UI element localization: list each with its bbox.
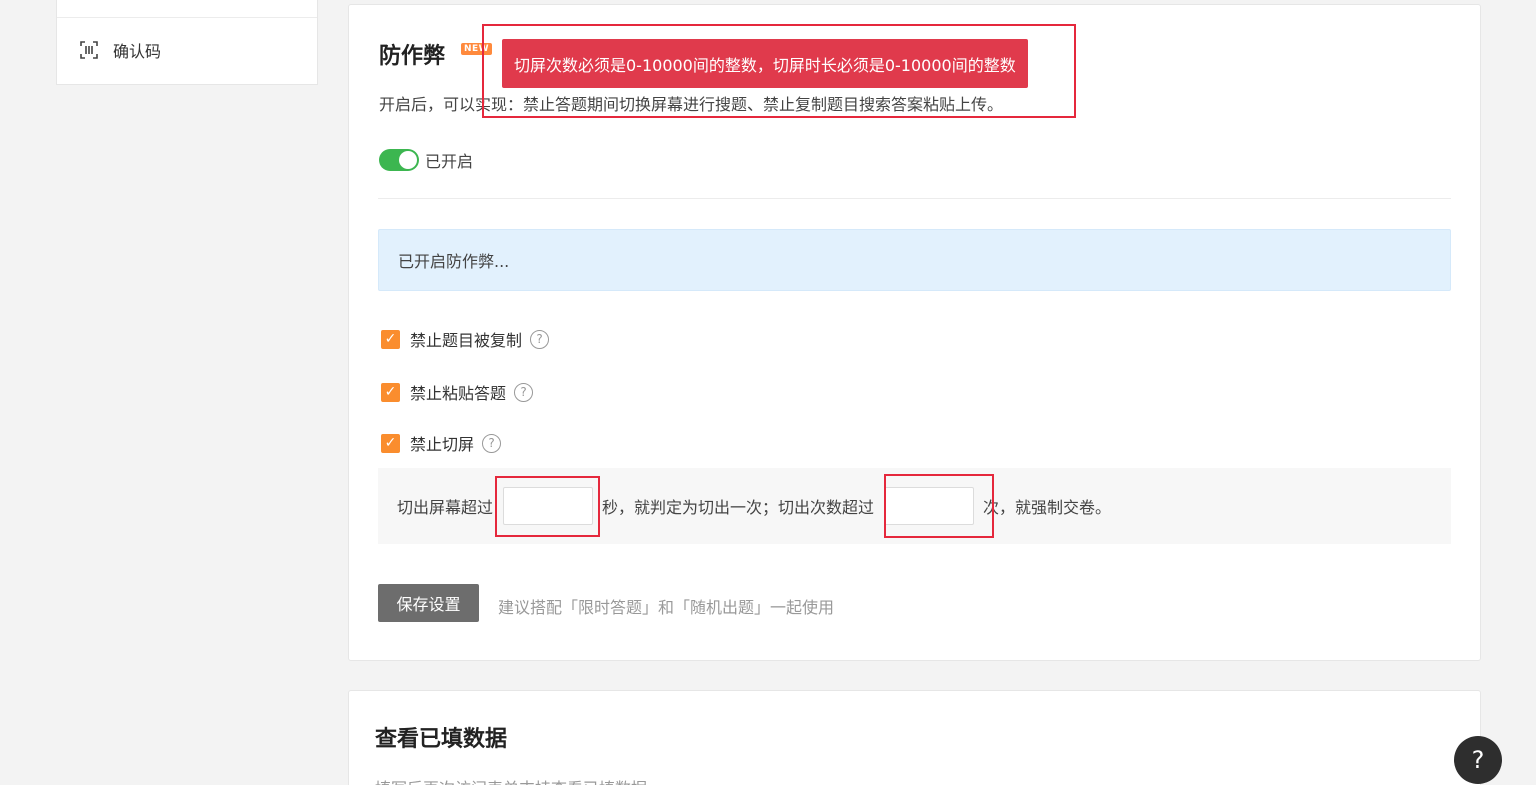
anticheat-toggle[interactable]	[379, 149, 419, 171]
error-toast: 切屏次数必须是0-10000间的整数，切屏时长必须是0-10000间的整数	[502, 39, 1028, 88]
anticheat-switch-row: 已开启	[379, 148, 473, 172]
sidebar-item-label: 确认码	[113, 42, 162, 61]
save-button[interactable]: 保存设置	[378, 584, 479, 622]
error-highlight-seconds	[495, 476, 600, 537]
status-info-text: 已开启防作弊...	[398, 252, 510, 271]
view-data-title: 查看已填数据	[375, 727, 508, 752]
error-highlight-count	[884, 474, 994, 538]
sidebar-item-confirm-code[interactable]: 确认码	[79, 38, 161, 62]
error-toast-message: 切屏次数必须是0-10000间的整数，切屏时长必须是0-10000间的整数	[514, 55, 1016, 75]
view-data-card: 查看已填数据 填写后再次访问表单支持查看已填数据	[348, 690, 1481, 785]
rule-middle: 秒，就判定为切出一次；切出次数超过	[602, 498, 875, 517]
save-hint: 建议搭配「限时答题」和「随机出题」一起使用	[498, 598, 835, 617]
no-paste-checkbox[interactable]: ✓	[381, 382, 400, 402]
status-info-box: 已开启防作弊...	[378, 229, 1451, 291]
option-no-switch-screen: ✓ 禁止切屏 ?	[381, 431, 502, 455]
view-data-subtitle: 填写后再次访问表单支持查看已填数据	[375, 775, 647, 785]
option-no-copy: ✓ 禁止题目被复制 ?	[381, 327, 550, 351]
rule-prefix: 切出屏幕超过	[397, 498, 494, 517]
option-label: 禁止题目被复制	[410, 331, 523, 350]
rule-suffix: 次，就强制交卷。	[983, 498, 1112, 517]
sidebar-divider	[57, 17, 317, 18]
no-switch-screen-checkbox[interactable]: ✓	[381, 433, 400, 453]
no-copy-checkbox[interactable]: ✓	[381, 329, 400, 349]
scan-icon	[79, 40, 99, 60]
toggle-label: 已开启	[425, 152, 474, 171]
help-circle-icon[interactable]: ?	[482, 433, 502, 453]
help-circle-icon[interactable]: ?	[514, 382, 534, 402]
page-title: 防作弊	[379, 44, 446, 69]
question-icon: ?	[1471, 746, 1485, 774]
option-no-paste: ✓ 禁止粘贴答题 ?	[381, 380, 534, 404]
sidebar: 确认码	[56, 0, 318, 85]
section-divider	[378, 198, 1451, 199]
float-help-button[interactable]: ?	[1454, 736, 1502, 784]
help-circle-icon[interactable]: ?	[530, 329, 550, 349]
option-label: 禁止粘贴答题	[410, 384, 507, 403]
option-label: 禁止切屏	[410, 435, 475, 454]
toggle-knob	[399, 151, 417, 169]
